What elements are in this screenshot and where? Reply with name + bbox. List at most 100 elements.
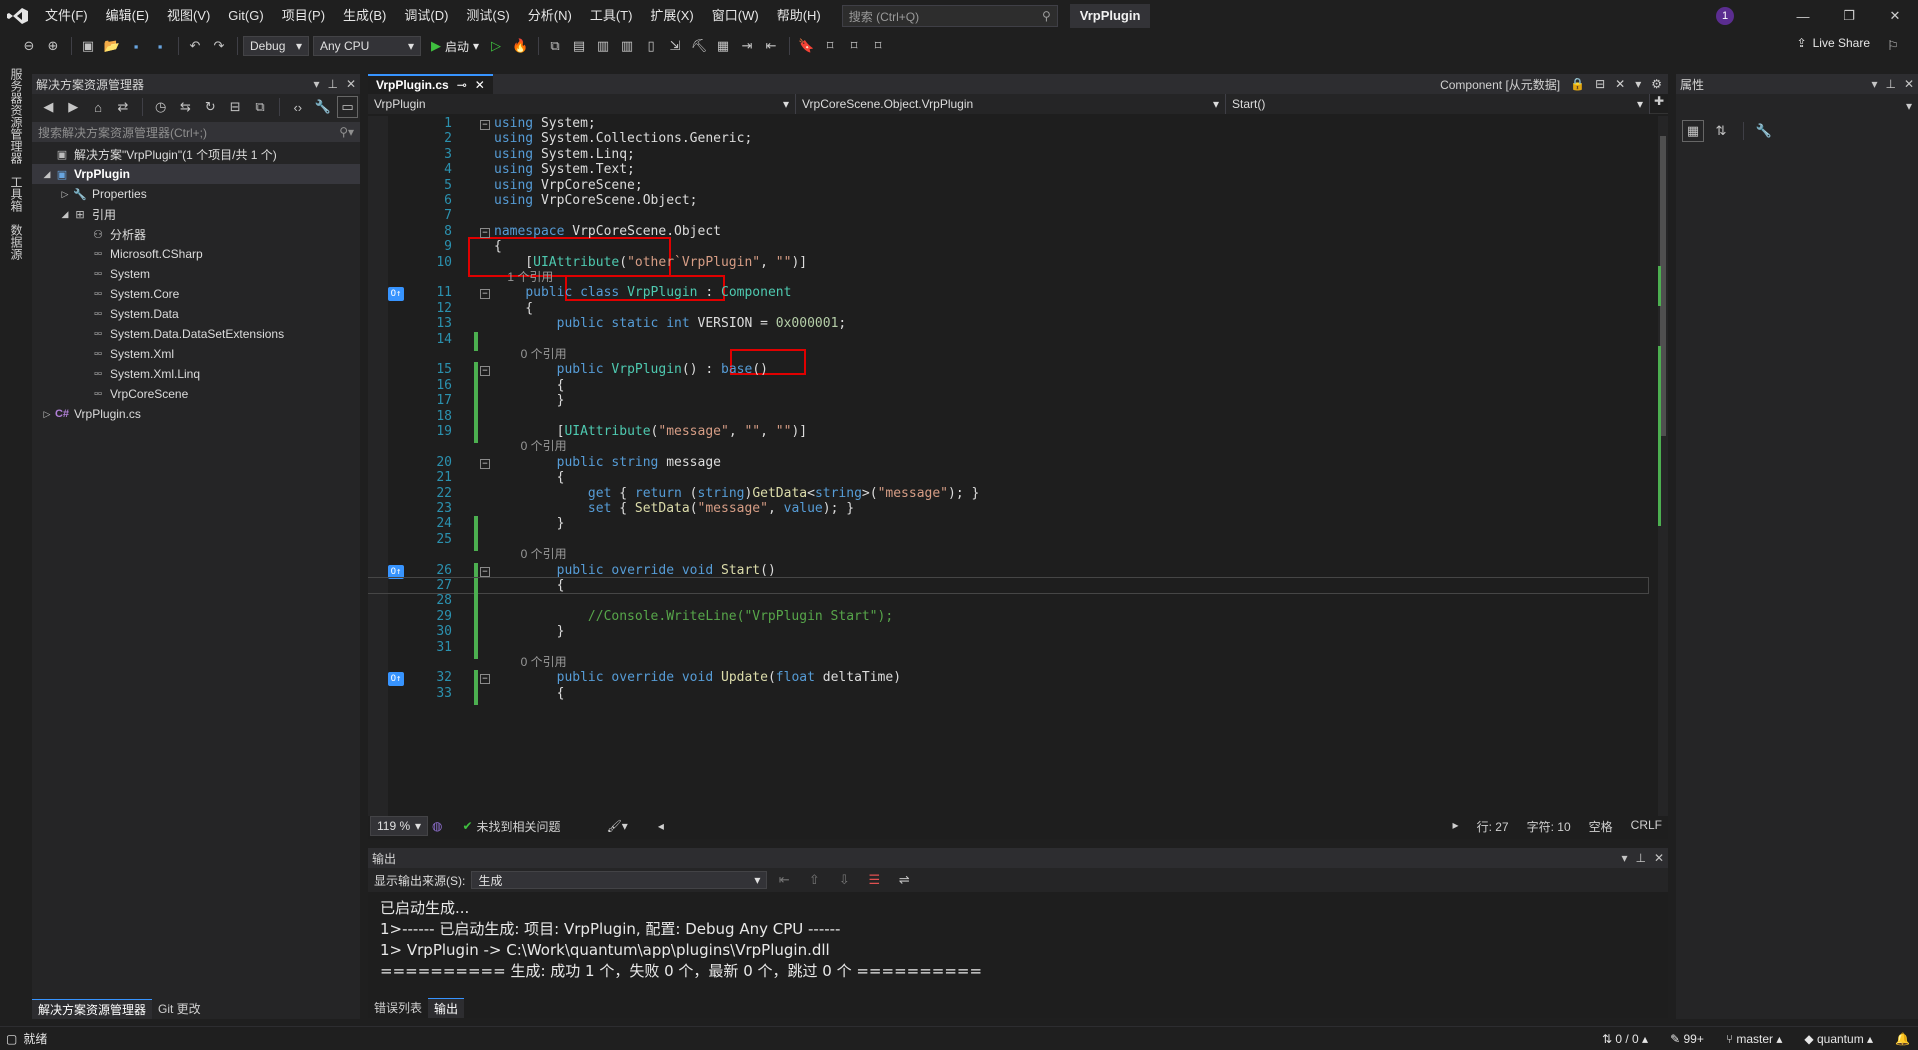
references-codelens[interactable]: 0 个引用: [494, 347, 567, 362]
pin-icon[interactable]: ⊥: [1635, 851, 1645, 865]
override-glyph-icon[interactable]: O↑: [388, 287, 404, 302]
view-code-icon[interactable]: ‹›: [287, 96, 308, 118]
code-line[interactable]: 4 using System.Text;: [368, 162, 1648, 177]
references-codelens[interactable]: 1 个引用: [494, 270, 553, 285]
keep-open-icon[interactable]: ⊟: [1595, 77, 1605, 91]
code-line[interactable]: 2 using System.Collections.Generic;: [368, 131, 1648, 146]
redo-icon[interactable]: ↷: [208, 35, 230, 57]
notification-icon[interactable]: ▢: [6, 1032, 17, 1046]
code-line[interactable]: 29 //Console.WriteLine("VrpPlugin Start"…: [368, 608, 1648, 628]
code-line[interactable]: 33 {: [368, 685, 1648, 705]
code-line[interactable]: 23 set { SetData("message", value); }: [368, 501, 1648, 516]
menu-item[interactable]: 扩展(X): [641, 0, 702, 32]
output-text[interactable]: 已启动生成... 1>------ 已启动生成: 项目: VrpPlugin, …: [368, 892, 1668, 982]
code-line[interactable]: 7: [368, 208, 1648, 223]
git-changes-status[interactable]: ⇅ 0 / 0 ▴: [1602, 1032, 1648, 1046]
code-line[interactable]: 5 using VrpCoreScene;: [368, 178, 1648, 193]
next-message-icon[interactable]: ⇩: [833, 869, 855, 891]
code-line[interactable]: 16 {: [368, 377, 1648, 397]
search-input[interactable]: 搜索 (Ctrl+Q) ⚲: [841, 5, 1058, 27]
tree-item[interactable]: ⚇ 分析器: [32, 224, 360, 244]
repo-status[interactable]: ◆ quantum ▴: [1804, 1032, 1873, 1046]
tree-item[interactable]: ▣ 解决方案"VrpPlugin"(1 个项目/共 1 个): [32, 144, 360, 164]
zoom-dropdown[interactable]: 119 % ▾: [370, 816, 428, 836]
minimize-icon[interactable]: —: [1780, 0, 1826, 32]
issues-status[interactable]: 未找到相关问题: [477, 818, 561, 835]
start-button[interactable]: ▶ 启动 ▾: [431, 38, 479, 55]
account-badge[interactable]: 1: [1716, 7, 1734, 25]
line-ending[interactable]: CRLF: [1631, 818, 1662, 835]
code-line[interactable]: 19 [UIAttribute("message", "", "")]: [368, 424, 1648, 443]
edits-status[interactable]: ✎ 99+: [1670, 1032, 1704, 1046]
tree-item[interactable]: ▷ 🔧 Properties: [32, 184, 360, 204]
code-line[interactable]: 13 public static int VERSION = 0x000001;: [368, 316, 1648, 331]
alphabetical-icon[interactable]: ⇅: [1710, 120, 1732, 142]
code-line[interactable]: 20 − public string message: [368, 455, 1648, 470]
indent-icon[interactable]: ⇥: [736, 35, 758, 57]
codelens-row[interactable]: 0 个引用: [368, 547, 1648, 562]
output-source-dropdown[interactable]: 生成 ▾: [471, 871, 768, 889]
code-line[interactable]: 22 get { return (string)GetData<string>(…: [368, 486, 1648, 501]
code-line[interactable]: 21 {: [368, 470, 1648, 485]
code-line[interactable]: 18: [368, 408, 1648, 428]
references-codelens[interactable]: 0 个引用: [494, 439, 567, 454]
tree-item[interactable]: ▫▫ System.Xml.Linq: [32, 364, 360, 384]
close-icon[interactable]: ✕: [1872, 0, 1918, 32]
menu-item[interactable]: 编辑(E): [97, 0, 158, 32]
tree-item[interactable]: ▫▫ System.Xml: [32, 344, 360, 364]
code-line[interactable]: 6 using VrpCoreScene.Object;: [368, 193, 1648, 208]
show-all-files-icon[interactable]: ⧉: [250, 96, 271, 118]
configuration-dropdown[interactable]: Debug ▾: [243, 36, 309, 56]
open-folder-icon[interactable]: 📂: [101, 35, 123, 57]
preview-icon[interactable]: ▭: [337, 96, 358, 118]
code-line[interactable]: 9{: [368, 239, 1648, 254]
find-message-icon[interactable]: ⇤: [773, 869, 795, 891]
tab-error-list[interactable]: 错误列表: [368, 998, 428, 1018]
collapse-icon[interactable]: −: [480, 458, 490, 469]
tree-item[interactable]: ▫▫ System.Data.DataSetExtensions: [32, 324, 360, 344]
tree-item[interactable]: ◢ ⊞ 引用: [32, 204, 360, 224]
close-icon[interactable]: ✕: [346, 77, 356, 91]
code-line[interactable]: 30 }: [368, 624, 1648, 644]
code-line[interactable]: 15 − public VrpPlugin() : base(): [368, 362, 1648, 382]
preview-tab-label[interactable]: Component [从元数据]: [1440, 76, 1560, 93]
chevron-down-icon[interactable]: ▾: [1621, 851, 1627, 865]
code-text-area[interactable]: 1− using System; 2 using System.Collections…: [368, 116, 1658, 816]
tree-item[interactable]: ▫▫ System: [32, 264, 360, 284]
code-line[interactable]: 27 {: [368, 576, 1649, 597]
prev-message-icon[interactable]: ⇧: [803, 869, 825, 891]
code-line[interactable]: O↑ 26 − public override void Start(): [368, 562, 1648, 582]
pending-changes-icon[interactable]: ◷: [150, 96, 171, 118]
collapse-all-icon[interactable]: ⊟: [225, 96, 246, 118]
project-dropdown[interactable]: VrpPlugin ▾: [368, 94, 796, 114]
data-sources-tab[interactable]: 数据源: [8, 218, 25, 266]
type-dropdown[interactable]: VrpCoreScene.Object.VrpPlugin ▾: [796, 94, 1226, 114]
code-line[interactable]: 10 [UIAttribute("other`VrpPlugin", "")]: [368, 255, 1648, 270]
code-cleanup-icon[interactable]: 🖌▾: [607, 819, 628, 833]
switch-views-icon[interactable]: ⇄: [112, 96, 133, 118]
branch-status[interactable]: ⑂ master ▴: [1726, 1032, 1783, 1046]
new-project-icon[interactable]: ▣: [77, 35, 99, 57]
notifications-bell-icon[interactable]: 🔔: [1895, 1032, 1910, 1046]
clear-all-icon[interactable]: ☰: [863, 869, 885, 891]
menu-item[interactable]: 测试(S): [457, 0, 518, 32]
platform-dropdown[interactable]: Any CPU ▾: [313, 36, 421, 56]
tree-item[interactable]: ▷ C# VrpPlugin.cs: [32, 404, 360, 424]
server-explorer-tab[interactable]: 服务器资源管理器: [8, 62, 25, 170]
code-line[interactable]: 8 − namespace VrpCoreScene.Object: [368, 224, 1648, 239]
code-line[interactable]: O↑ 32 − public override void Update(float …: [368, 670, 1648, 690]
save-icon[interactable]: ▪: [125, 35, 147, 57]
performance-icon[interactable]: ▥: [616, 35, 638, 57]
codelens-row[interactable]: 0 个引用: [368, 439, 1648, 454]
tab-output[interactable]: 输出: [428, 998, 465, 1018]
tab-vrpplugin-cs[interactable]: VrpPlugin.cs ⊸ ✕: [368, 74, 493, 94]
close-icon[interactable]: ✕: [1904, 77, 1914, 91]
find-icon[interactable]: ⛏: [688, 35, 710, 57]
menu-item[interactable]: 项目(P): [273, 0, 334, 32]
close-icon[interactable]: ✕: [475, 78, 485, 92]
format-icon[interactable]: ▦: [712, 35, 734, 57]
home-icon[interactable]: ⌂: [88, 96, 109, 118]
menu-item[interactable]: 窗口(W): [703, 0, 768, 32]
code-line[interactable]: 1 − using System;: [368, 116, 1648, 131]
codelens-row[interactable]: 0 个引用: [368, 347, 1648, 362]
